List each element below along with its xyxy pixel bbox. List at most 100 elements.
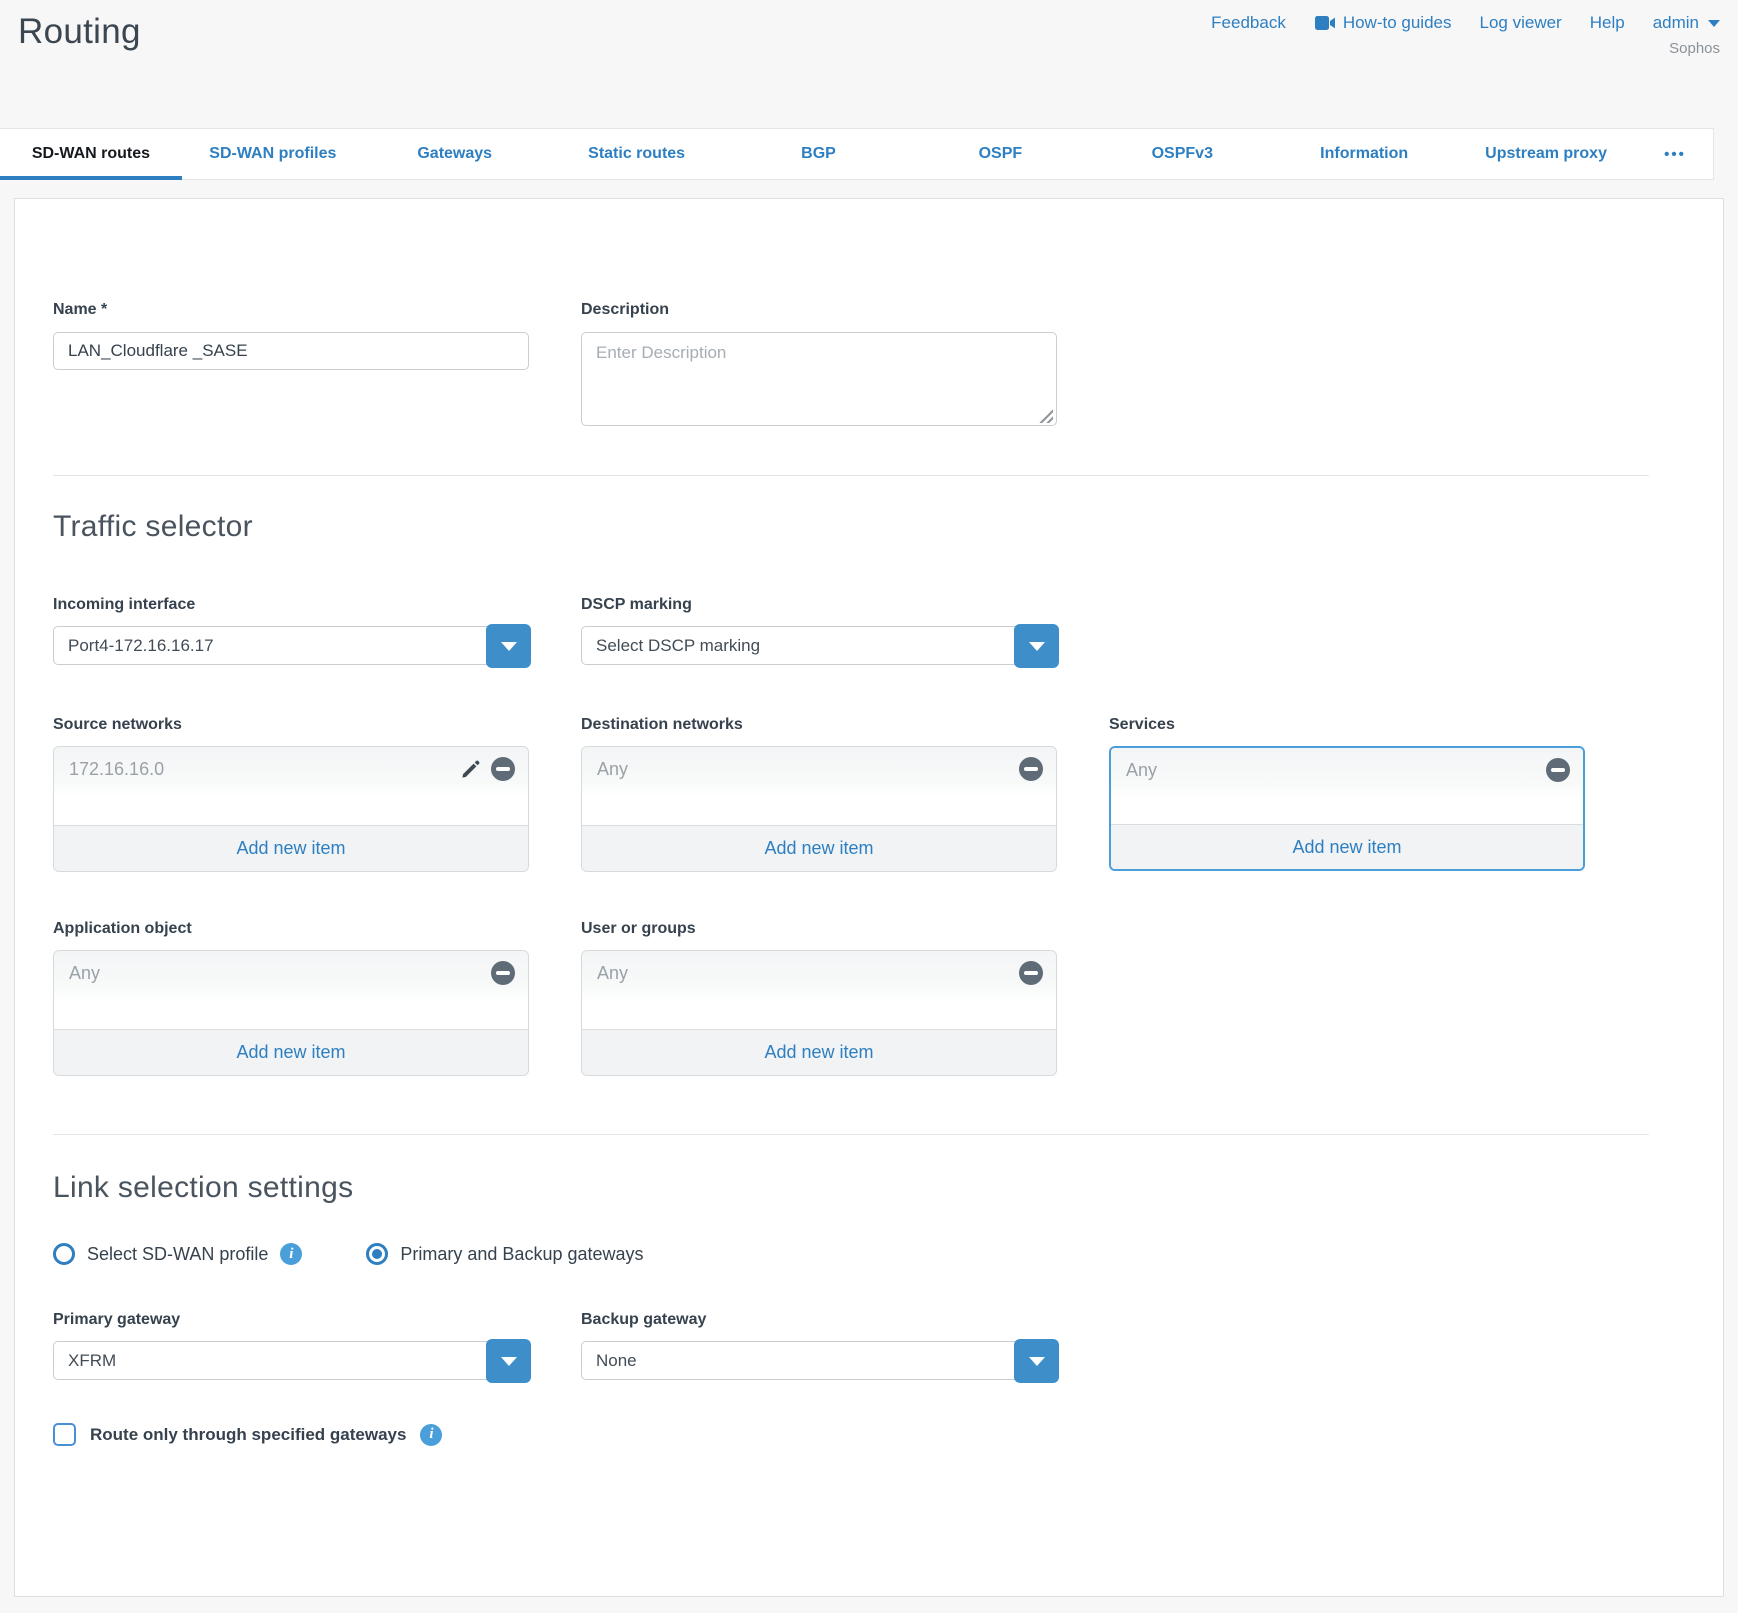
list-item-actions (460, 757, 515, 781)
incoming-interface-label: Incoming interface (53, 596, 529, 614)
sdwan-profile-radio-label: Select SD-WAN profile (87, 1244, 268, 1265)
source-networks-listbox: 172.16.16.0 Add new item (53, 746, 529, 872)
dscp-marking-dropdown-button[interactable] (1014, 624, 1059, 668)
remove-item-icon[interactable] (1019, 961, 1043, 985)
tab-ospfv3[interactable]: OSPFv3 (1091, 129, 1273, 179)
help-link[interactable]: Help (1590, 13, 1625, 33)
info-icon[interactable]: i (420, 1424, 442, 1446)
interface-dscp-selects-row: Port4-172.16.16.17 Select DSCP marking (53, 626, 1685, 666)
tab-label: Upstream proxy (1485, 145, 1607, 163)
more-tabs-button[interactable]: ••• (1637, 129, 1713, 179)
route-only-checkbox[interactable] (53, 1423, 76, 1446)
primary-backup-radio-label: Primary and Backup gateways (400, 1244, 643, 1265)
destination-networks-add-button[interactable]: Add new item (582, 825, 1056, 871)
list-item-value: Any (597, 759, 628, 780)
remove-item-icon[interactable] (1019, 757, 1043, 781)
howto-guides-link[interactable]: How-to guides (1314, 13, 1452, 33)
list-item-value: Any (1126, 760, 1157, 781)
tab-ospf[interactable]: OSPF (909, 129, 1091, 179)
gateway-selects-row: XFRM None (53, 1341, 1685, 1381)
source-networks-add-button[interactable]: Add new item (54, 825, 528, 871)
tab-sdwan-routes[interactable]: SD-WAN routes (0, 129, 182, 179)
primary-gateway-value[interactable]: XFRM (53, 1341, 529, 1380)
incoming-interface-dropdown-button[interactable] (486, 624, 531, 668)
section-divider (53, 1134, 1649, 1135)
application-object-list: Any (54, 951, 528, 1029)
application-object-add-button[interactable]: Add new item (54, 1029, 528, 1075)
list-item[interactable]: Any (582, 951, 1056, 995)
remove-item-icon[interactable] (491, 961, 515, 985)
tab-information[interactable]: Information (1273, 129, 1455, 179)
list-item-value: Any (597, 963, 628, 984)
incoming-interface-value[interactable]: Port4-172.16.16.17 (53, 626, 529, 665)
admin-menu-label: admin (1653, 13, 1699, 33)
feedback-link[interactable]: Feedback (1211, 13, 1286, 33)
primary-gateway-label: Primary gateway (53, 1311, 529, 1329)
description-label: Description (581, 301, 1057, 319)
backup-gateway-value[interactable]: None (581, 1341, 1057, 1380)
header-links: Feedback How-to guides Log viewer Help a… (1211, 13, 1720, 33)
tab-bgp[interactable]: BGP (728, 129, 910, 179)
remove-item-icon[interactable] (491, 757, 515, 781)
networks-labels-row: Source networks Destination networks Ser… (53, 716, 1685, 734)
list-item-value: 172.16.16.0 (69, 759, 164, 780)
section-divider (53, 475, 1649, 476)
log-viewer-label: Log viewer (1480, 13, 1562, 33)
list-item[interactable]: Any (582, 747, 1056, 791)
application-object-label: Application object (53, 920, 529, 938)
name-input[interactable] (53, 332, 529, 370)
tab-label: Static routes (588, 145, 685, 163)
interface-dscp-labels-row: Incoming interface DSCP marking (53, 596, 1685, 614)
networks-boxes-row: 172.16.16.0 Add new item Any (53, 746, 1685, 872)
source-networks-list: 172.16.16.0 (54, 747, 528, 825)
list-item[interactable]: 172.16.16.0 (54, 747, 528, 791)
traffic-selector-heading: Traffic selector (53, 510, 1685, 544)
incoming-interface-select[interactable]: Port4-172.16.16.17 (53, 626, 529, 666)
description-textarea[interactable] (581, 332, 1057, 426)
user-or-groups-add-button[interactable]: Add new item (582, 1029, 1056, 1075)
tenant-name: Sophos (1669, 40, 1720, 57)
caret-down-icon (501, 642, 517, 651)
primary-backup-radio[interactable] (366, 1243, 388, 1265)
caret-down-icon (1029, 1357, 1045, 1366)
backup-gateway-select[interactable]: None (581, 1341, 1057, 1381)
feedback-link-label: Feedback (1211, 13, 1286, 33)
backup-gateway-dropdown-button[interactable] (1014, 1339, 1059, 1383)
description-field-wrap (581, 332, 1057, 431)
tab-upstream-proxy[interactable]: Upstream proxy (1455, 129, 1637, 179)
info-icon[interactable]: i (280, 1243, 302, 1265)
services-list: Any (1111, 748, 1583, 824)
list-item[interactable]: Any (54, 951, 528, 995)
route-only-checkbox-label: Route only through specified gateways (90, 1425, 406, 1445)
tab-label: SD-WAN profiles (209, 145, 336, 163)
services-add-button[interactable]: Add new item (1111, 824, 1583, 869)
user-or-groups-label: User or groups (581, 920, 1057, 938)
tab-gateways[interactable]: Gateways (364, 129, 546, 179)
backup-gateway-label: Backup gateway (581, 1311, 1057, 1329)
link-selection-radio-row: Select SD-WAN profile i Primary and Back… (53, 1243, 1685, 1265)
primary-gateway-dropdown-button[interactable] (486, 1339, 531, 1383)
list-item-actions (1019, 961, 1043, 985)
edit-icon[interactable] (460, 758, 482, 780)
link-selection-heading: Link selection settings (53, 1171, 1685, 1205)
name-description-row: Name * Description (53, 301, 1685, 431)
howto-guides-label: How-to guides (1343, 13, 1452, 33)
remove-item-icon[interactable] (1546, 758, 1570, 782)
log-viewer-link[interactable]: Log viewer (1480, 13, 1562, 33)
page-header: Routing Feedback How-to guides Log viewe… (0, 0, 1738, 128)
tab-label: Information (1320, 145, 1408, 163)
list-item-actions (1546, 758, 1570, 782)
destination-networks-listbox: Any Add new item (581, 746, 1057, 872)
primary-gateway-select[interactable]: XFRM (53, 1341, 529, 1381)
sdwan-profile-radio[interactable] (53, 1243, 75, 1265)
tab-label: OSPF (979, 145, 1023, 163)
tab-sdwan-profiles[interactable]: SD-WAN profiles (182, 129, 364, 179)
route-only-checkbox-row: Route only through specified gateways i (53, 1423, 1685, 1446)
dscp-marking-value[interactable]: Select DSCP marking (581, 626, 1057, 665)
list-item-value: Any (69, 963, 100, 984)
admin-menu[interactable]: admin (1653, 13, 1720, 33)
dscp-marking-select[interactable]: Select DSCP marking (581, 626, 1057, 666)
list-item[interactable]: Any (1111, 748, 1583, 792)
tab-static-routes[interactable]: Static routes (546, 129, 728, 179)
list-item-actions (1019, 757, 1043, 781)
